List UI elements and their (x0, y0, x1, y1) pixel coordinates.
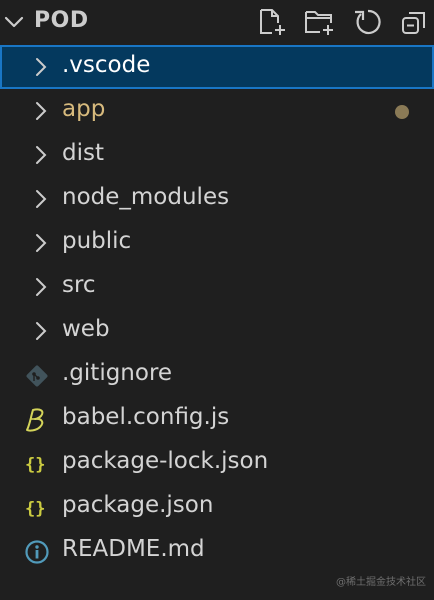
new-folder-icon[interactable] (303, 6, 335, 38)
collapse-all-icon[interactable] (399, 6, 431, 38)
json-braces-icon: {} (24, 495, 50, 521)
tree-item-label: web (62, 316, 110, 342)
git-icon (24, 363, 50, 389)
tree-item-label: dist (62, 140, 104, 166)
json-braces-icon: {} (24, 451, 50, 477)
chevron-right-icon[interactable] (30, 188, 52, 210)
tree-folder-web[interactable]: web (0, 309, 434, 353)
tree-item-label: package.json (62, 492, 214, 518)
tree-folder-src[interactable]: src (0, 265, 434, 309)
tree-folder-app[interactable]: app (0, 89, 434, 133)
tree-item-label: package-lock.json (62, 448, 269, 474)
tree-folder-vscode[interactable]: .vscode (0, 45, 434, 89)
svg-text:{}: {} (25, 455, 45, 475)
chevron-right-icon[interactable] (30, 56, 52, 78)
tree-file-package-lock[interactable]: {} package-lock.json (0, 441, 434, 485)
tree-item-label: app (62, 96, 106, 122)
tree-item-label: public (62, 228, 132, 254)
chevron-down-icon[interactable] (2, 10, 26, 34)
tree-file-babel-config[interactable]: babel.config.js (0, 397, 434, 441)
new-file-icon[interactable] (255, 6, 287, 38)
watermark: @稀土掘金技术社区 (336, 577, 426, 588)
explorer-header[interactable]: POD (0, 0, 434, 44)
tree-folder-dist[interactable]: dist (0, 133, 434, 177)
refresh-icon[interactable] (352, 6, 384, 38)
tree-item-label: .gitignore (62, 360, 173, 386)
tree-item-label: README.md (62, 536, 205, 562)
file-explorer: POD .vscode app dist node_modules public (0, 0, 434, 600)
chevron-right-icon[interactable] (30, 100, 52, 122)
tree-item-label: .vscode (62, 52, 151, 78)
svg-text:{}: {} (25, 499, 45, 519)
tree-folder-node-modules[interactable]: node_modules (0, 177, 434, 221)
tree-item-label: node_modules (62, 184, 230, 210)
tree-file-gitignore[interactable]: .gitignore (0, 353, 434, 397)
chevron-right-icon[interactable] (30, 276, 52, 298)
chevron-right-icon[interactable] (30, 144, 52, 166)
modified-dot-icon (395, 105, 409, 119)
tree-item-label: src (62, 272, 96, 298)
tree-file-readme[interactable]: README.md (0, 529, 434, 573)
chevron-right-icon[interactable] (30, 232, 52, 254)
info-icon (24, 539, 50, 565)
tree-file-package-json[interactable]: {} package.json (0, 485, 434, 529)
tree-item-label: babel.config.js (62, 404, 230, 430)
chevron-right-icon[interactable] (30, 320, 52, 342)
tree-folder-public[interactable]: public (0, 221, 434, 265)
babel-icon (24, 407, 50, 433)
workspace-title: POD (34, 8, 89, 33)
